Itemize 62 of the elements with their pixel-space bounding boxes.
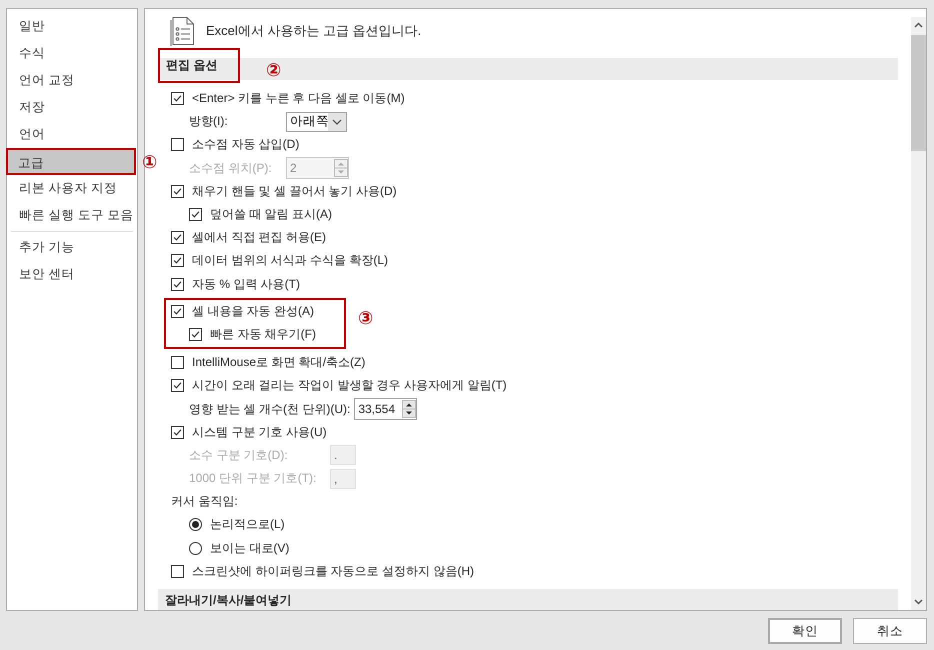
option-label: <Enter> 키를 누른 후 다음 셀로 이동(M) <box>192 90 405 108</box>
sidebar-item[interactable]: 언어 교정 <box>7 67 137 94</box>
sidebar-item[interactable]: 언어 <box>7 121 137 148</box>
option-label: 소수점 자동 삽입(D) <box>192 136 300 154</box>
option-label: 스크린샷에 하이퍼링크를 자동으로 설정하지 않음(H) <box>192 562 474 580</box>
sidebar-item[interactable]: 일반 <box>7 13 137 40</box>
section-title: 잘라내기/복사/붙여넣기 <box>164 592 293 609</box>
spin-arrows-icon <box>402 400 416 418</box>
option-label: 논리적으로(L) <box>210 516 285 534</box>
sidebar-item[interactable]: 보안 센터 <box>7 261 137 288</box>
callout-number: ② <box>266 61 282 79</box>
option-label: 소수 구분 기호(D): <box>189 446 289 464</box>
checkbox[interactable] <box>171 426 184 439</box>
sidebar-item[interactable]: 수식 <box>7 40 137 67</box>
option-label: 빠른 자동 채우기(F) <box>210 326 316 343</box>
checkbox[interactable] <box>189 328 202 341</box>
checkbox[interactable] <box>171 254 184 268</box>
document-list-icon <box>170 16 196 46</box>
callout-number: ① <box>142 153 158 171</box>
checkbox[interactable] <box>171 184 184 198</box>
checkbox[interactable] <box>171 304 184 318</box>
sidebar-item[interactable]: 저장 <box>7 94 137 121</box>
sidebar-item[interactable]: 고급 <box>6 148 136 175</box>
option-label: 1000 단위 구분 기호(T): <box>189 470 318 488</box>
option-label: 덮어쓸 때 알림 표시(A) <box>210 206 332 224</box>
radio-button[interactable] <box>189 518 202 532</box>
option-label: 방향(I): <box>189 113 229 130</box>
checkbox[interactable] <box>171 564 184 578</box>
dropdown[interactable]: 아래쪽 <box>286 112 347 132</box>
option-label: 영향 받는 셀 개수(천 단위)(U): <box>189 400 350 418</box>
option-label: 데이터 범위의 서식과 수식을 확장(L) <box>192 252 388 270</box>
checkbox[interactable] <box>171 231 184 244</box>
chevron-down-icon <box>328 112 346 131</box>
checkbox[interactable] <box>171 138 184 152</box>
spin-field[interactable]: 33,554 <box>354 398 418 420</box>
option-label: 소수점 위치(P): <box>189 160 273 177</box>
checkbox[interactable] <box>171 92 184 106</box>
dialog-button[interactable]: 확인 <box>768 618 842 644</box>
option-label: 시스템 구분 기호 사용(U) <box>192 424 327 441</box>
sidebar-item[interactable]: 리본 사용자 지정 <box>7 175 137 202</box>
checkbox[interactable] <box>171 278 184 291</box>
checkbox[interactable] <box>171 379 184 392</box>
sidebar-item[interactable]: 빠른 실행 도구 모음 <box>7 202 137 229</box>
option-label: 자동 % 입력 사용(T) <box>192 276 300 293</box>
checkbox[interactable] <box>189 208 202 222</box>
option-label: 셀 내용을 자동 완성(A) <box>192 302 314 320</box>
spin-arrows-icon <box>334 159 348 178</box>
option-label: 셀에서 직접 편집 허용(E) <box>192 229 326 246</box>
group-label: 커서 움직임: <box>171 493 238 510</box>
page-description: Excel에서 사용하는 고급 옵션입니다. <box>206 22 422 40</box>
option-label: IntelliMouse로 화면 확대/축소(Z) <box>192 354 366 372</box>
callout-number: ③ <box>358 308 374 327</box>
option-label: 채우기 핸들 및 셀 끌어서 놓기 사용(D) <box>192 182 397 200</box>
scroll-thumb[interactable] <box>911 35 926 151</box>
scrollbar[interactable] <box>911 17 926 610</box>
section-title: 편집 옵션 <box>158 48 240 82</box>
dialog-button[interactable]: 취소 <box>853 618 927 644</box>
option-label: 보이는 대로(V) <box>210 540 290 557</box>
radio-button[interactable] <box>189 542 202 555</box>
checkbox[interactable] <box>171 356 184 370</box>
option-label: 시간이 오래 걸리는 작업이 발생할 경우 사용자에게 알림(T) <box>192 377 507 394</box>
sidebar-item[interactable]: 추가 기능 <box>7 234 137 261</box>
